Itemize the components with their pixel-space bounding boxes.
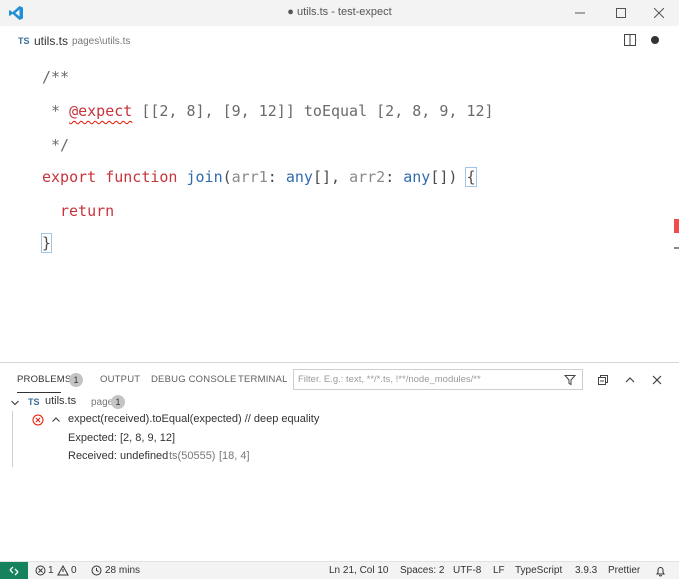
remote-icon [9,566,19,576]
tab-problems[interactable]: PROBLEMS [17,374,71,385]
split-editor-icon[interactable] [623,33,637,47]
warning-count: 0 [71,565,77,576]
minimize-icon [574,12,585,14]
maximize-icon [615,8,626,18]
code-line-4: export function join(arr1: any[], arr2: … [42,167,477,187]
collapse-all-icon [598,375,608,385]
file-problems-count-badge: 1 [111,395,125,409]
warning-icon [57,565,69,576]
breadcrumb-path[interactable]: pages\utils.ts [72,36,130,47]
problem-message: expect(received).toEqual(expected) // de… [68,413,320,425]
language-mode[interactable]: TypeScript [515,565,562,576]
title-bar: ● utils.ts - test-expect [0,0,679,26]
scrollbar-error-marker[interactable] [674,219,679,233]
filter-icon[interactable] [564,374,576,386]
end-of-line[interactable]: LF [493,565,505,576]
error-icon [32,414,44,426]
tab-file-name[interactable]: utils.ts [34,34,68,48]
problems-count-badge: 1 [69,373,83,387]
error-icon [35,565,46,576]
problems-filter[interactable] [293,369,583,390]
active-tab-indicator [17,392,61,393]
encoding[interactable]: UTF-8 [453,565,481,576]
problem-received: Received: undefined [68,450,169,462]
chevron-down-icon[interactable] [10,398,20,408]
scrollbar-cursor-marker [674,247,679,249]
problem-position: [18, 4] [219,450,250,462]
typescript-version[interactable]: 3.9.3 [575,565,597,576]
typescript-file-icon: TS [18,36,30,46]
remote-button[interactable] [0,562,28,579]
close-icon [653,8,664,18]
chevron-up-icon [625,377,635,383]
problems-file-name: utils.ts [45,395,77,407]
tab-debug-console[interactable]: DEBUG CONSOLE [151,374,236,385]
error-squiggle-tag: @expect [69,102,133,120]
code-line-1: /** [42,68,70,86]
code-line-2: * @expect [[2, 8], [9, 12]] toEqual [2, … [42,102,494,120]
code-line-6: } [40,233,53,253]
collapse-all-button[interactable] [596,373,610,387]
maximize-panel-button[interactable] [623,373,637,387]
editor-tab-bar: TS utils.ts pages\utils.ts [0,26,679,54]
minimize-button[interactable] [557,0,602,26]
typescript-file-icon: TS [28,397,40,407]
close-window-button[interactable] [636,0,679,26]
tree-indent-guide [12,411,13,467]
chevron-up-icon[interactable] [51,415,61,425]
problem-source: ts(50555) [169,450,216,462]
error-count: 1 [48,565,54,576]
unsaved-dot-icon[interactable] [651,36,659,44]
bottom-panel: PROBLEMS 1 OUTPUT DEBUG CONSOLE TERMINAL… [0,362,679,561]
code-line-5: return [60,202,115,220]
problem-expected: Expected: [2, 8, 9, 12] [68,432,176,444]
history-icon [91,565,102,576]
code-line-3: */ [42,136,70,154]
bell-icon[interactable] [655,565,666,577]
cursor-position[interactable]: Ln 21, Col 10 [329,565,389,576]
tab-terminal[interactable]: TERMINAL [238,374,288,385]
status-bar: 1 0 28 mins Ln 21, Col 10 Spaces: 2 UTF-… [0,561,679,579]
close-icon [652,375,662,385]
indentation[interactable]: Spaces: 2 [400,565,444,576]
time-spent: 28 mins [105,565,141,576]
tab-output[interactable]: OUTPUT [100,374,140,385]
close-panel-button[interactable] [650,373,664,387]
code-editor[interactable]: /** * @expect [[2, 8], [9, 12]] toEqual … [0,54,679,362]
filter-input[interactable] [298,374,558,385]
formatter[interactable]: Prettier [608,565,640,576]
